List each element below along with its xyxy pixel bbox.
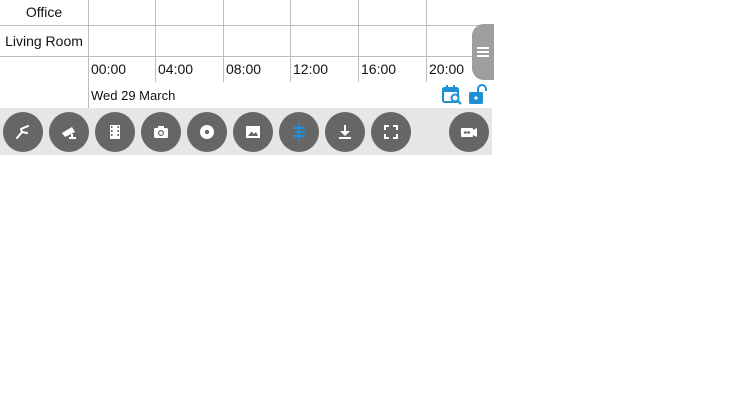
grid-line [223,0,224,82]
timeline-button[interactable] [279,112,319,152]
grid-line [426,0,427,82]
time-tick: 12:00 [293,61,329,77]
record-button[interactable] [187,112,227,152]
date-label: Wed 29 March [91,88,176,103]
time-tick: 20:00 [429,61,465,77]
timeline-icon [293,124,305,140]
clips-button[interactable] [95,112,135,152]
motion-button[interactable] [3,112,43,152]
download-icon [339,125,351,139]
grid-line [358,0,359,82]
ptz-button[interactable] [49,112,89,152]
grid-line [155,0,156,82]
playback-panel: Office Living Room 00:00 04:00 08:00 12:… [0,0,494,156]
toolbar [0,108,492,155]
film-icon [110,125,120,139]
time-tick: 04:00 [158,61,194,77]
grid-line [290,0,291,82]
unlock-icon[interactable] [467,84,489,106]
motion-icon [16,125,29,139]
gallery-button[interactable] [233,112,273,152]
switch-camera-icon [461,128,477,137]
hamburger-icon [477,45,489,59]
fullscreen-icon [384,125,398,139]
camera-ptz-icon [62,127,76,139]
snapshot-icon [154,126,168,138]
timeline-row-living-room[interactable]: Living Room [0,26,492,57]
timeline-row-office[interactable]: Office [0,0,492,26]
image-icon [246,126,260,138]
calendar-search-icon[interactable] [441,84,463,106]
time-tick: 16:00 [361,61,397,77]
row-label: Office [25,4,63,20]
snapshot-button[interactable] [141,112,181,152]
record-icon [200,125,214,139]
fullscreen-button[interactable] [371,112,411,152]
time-tick: 00:00 [91,61,127,77]
download-button[interactable] [325,112,365,152]
timeline[interactable]: Office Living Room 00:00 04:00 08:00 12:… [0,0,494,108]
switch-camera-button[interactable] [449,112,489,152]
time-tick: 08:00 [226,61,262,77]
row-label: Living Room [5,33,83,49]
divider [88,0,89,108]
menu-handle[interactable] [472,24,494,80]
